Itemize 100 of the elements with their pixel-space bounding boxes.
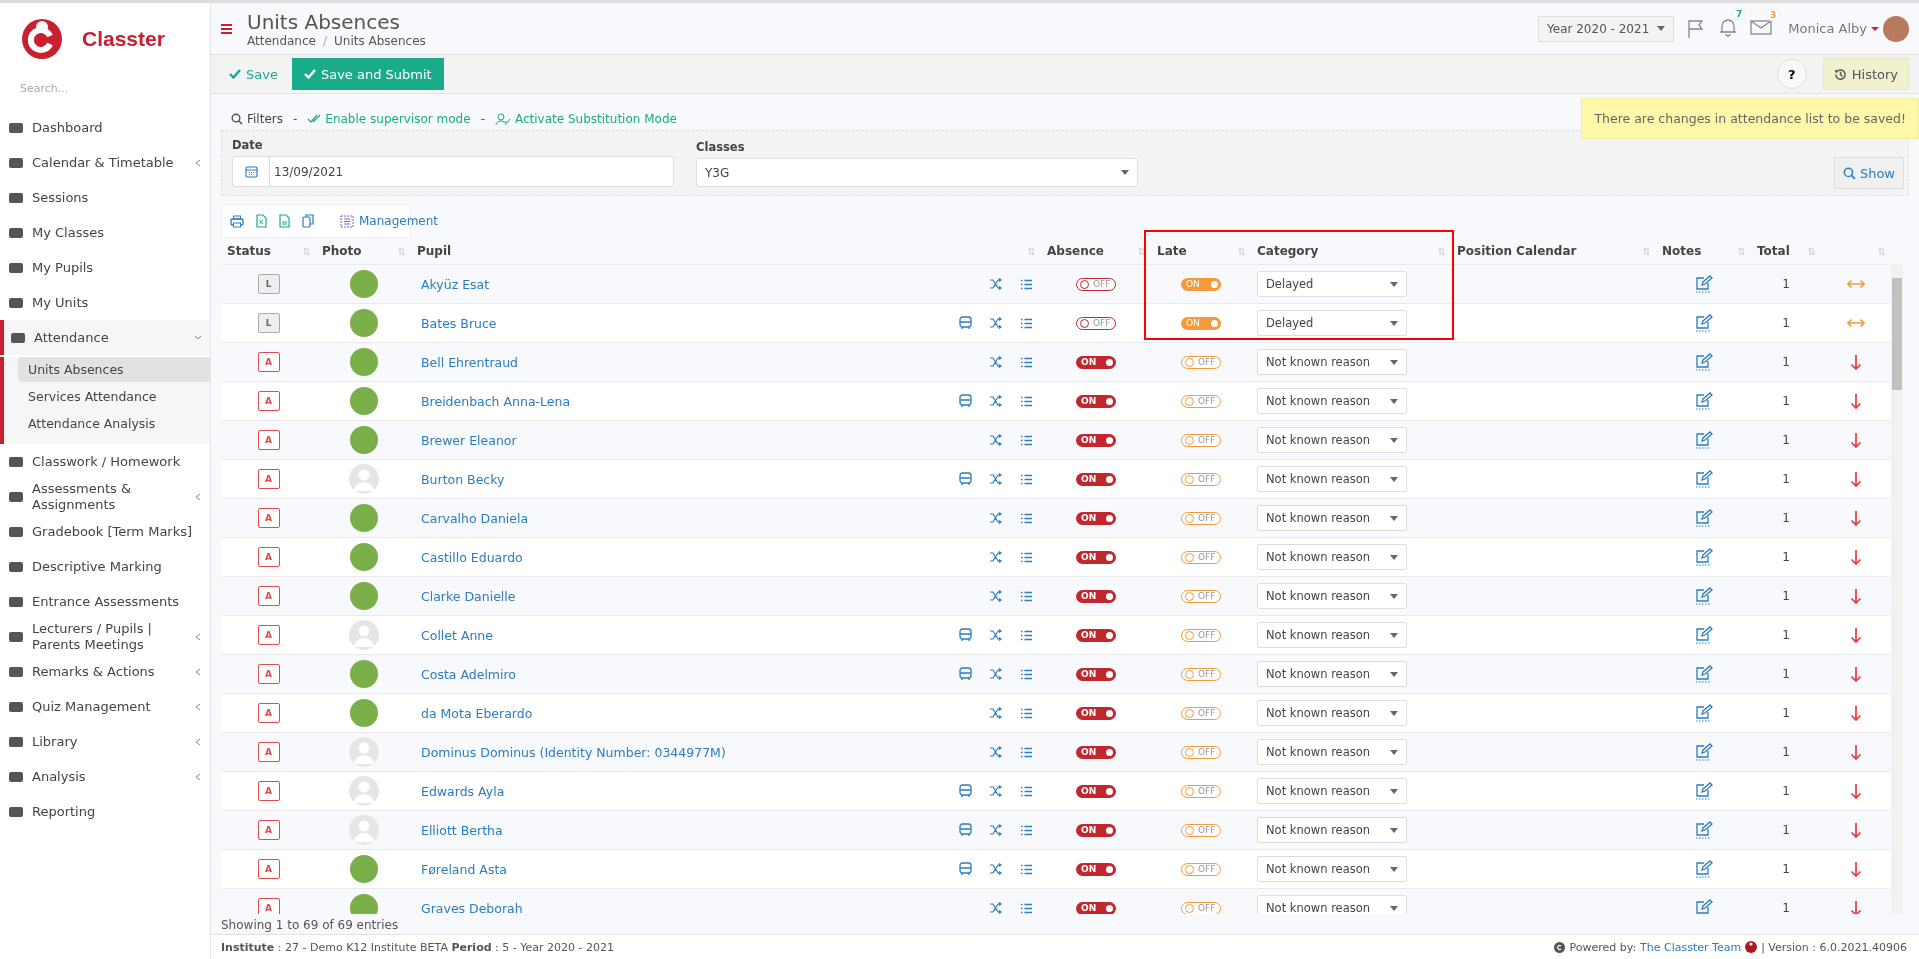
- late-toggle[interactable]: OFF: [1181, 433, 1221, 447]
- absence-toggle[interactable]: ON: [1076, 901, 1116, 914]
- shuffle-icon[interactable]: [989, 512, 1003, 524]
- pupil-name-link[interactable]: Clarke Danielle: [421, 588, 959, 604]
- category-dropdown[interactable]: Not known reason: [1257, 466, 1407, 492]
- shuffle-icon[interactable]: [989, 317, 1003, 329]
- column-header[interactable]: Status: [221, 244, 316, 258]
- pupil-name-link[interactable]: Carvalho Daniela: [421, 510, 959, 526]
- list-icon[interactable]: [1020, 551, 1033, 563]
- absence-toggle[interactable]: ON: [1076, 394, 1116, 408]
- category-dropdown[interactable]: Not known reason: [1257, 583, 1407, 609]
- pupil-name-link[interactable]: Elliott Bertha: [421, 822, 959, 838]
- column-header[interactable]: Late: [1151, 244, 1251, 258]
- column-header[interactable]: Photo: [316, 244, 411, 258]
- pupil-name-link[interactable]: Akyüz Esat: [421, 276, 959, 292]
- category-dropdown[interactable]: Not known reason: [1257, 700, 1407, 726]
- bus-icon[interactable]: [959, 316, 972, 330]
- year-dropdown[interactable]: Year 2020 - 2021: [1538, 15, 1675, 42]
- list-icon[interactable]: [1020, 473, 1033, 485]
- classes-dropdown[interactable]: Y3G: [696, 158, 1138, 187]
- mail-icon[interactable]: [1750, 18, 1773, 36]
- pupil-name-link[interactable]: Breidenbach Anna-Lena: [421, 393, 959, 409]
- edit-note-icon[interactable]: [1694, 743, 1713, 761]
- edit-note-icon[interactable]: [1694, 782, 1713, 800]
- sidebar-item[interactable]: My Pupils: [0, 250, 210, 285]
- category-dropdown[interactable]: Not known reason: [1257, 778, 1407, 804]
- pupil-name-link[interactable]: da Mota Eberardo: [421, 705, 959, 721]
- team-link[interactable]: The Classter Team: [1640, 940, 1742, 954]
- sidebar-item[interactable]: Entrance Assessments: [0, 584, 210, 619]
- late-toggle[interactable]: OFF: [1181, 745, 1221, 759]
- list-icon[interactable]: [1020, 512, 1033, 524]
- sidebar-item[interactable]: Classwork / Homework: [0, 444, 210, 479]
- pupil-name-link[interactable]: Burton Becky: [421, 471, 959, 487]
- late-toggle[interactable]: OFF: [1181, 823, 1221, 837]
- absence-toggle[interactable]: ON: [1076, 784, 1116, 798]
- list-icon[interactable]: [1020, 785, 1033, 797]
- category-dropdown[interactable]: Delayed: [1257, 310, 1407, 336]
- shuffle-icon[interactable]: [989, 863, 1003, 875]
- edit-note-icon[interactable]: [1694, 275, 1713, 293]
- file-icon[interactable]: [279, 214, 290, 228]
- column-header[interactable]: Notes: [1656, 244, 1751, 258]
- list-icon[interactable]: [1020, 434, 1033, 446]
- list-icon[interactable]: [1020, 395, 1033, 407]
- category-dropdown[interactable]: Not known reason: [1257, 388, 1407, 414]
- shuffle-icon[interactable]: [989, 395, 1003, 407]
- management-button[interactable]: Management: [340, 214, 439, 228]
- edit-note-icon[interactable]: [1694, 860, 1713, 878]
- column-header[interactable]: Category: [1251, 244, 1451, 258]
- edit-note-icon[interactable]: [1694, 626, 1713, 644]
- submenu-item[interactable]: Units Absences: [18, 357, 210, 382]
- shuffle-icon[interactable]: [989, 902, 1003, 914]
- pupil-name-link[interactable]: Dominus Dominus (Identity Number: 0344977M): [421, 744, 959, 760]
- edit-note-icon[interactable]: [1694, 821, 1713, 839]
- column-header[interactable]: Position Calendar: [1451, 244, 1656, 258]
- date-field[interactable]: 13/09/2021: [232, 156, 674, 187]
- list-icon[interactable]: [1020, 590, 1033, 602]
- sidebar-item[interactable]: My Units: [0, 285, 210, 320]
- absence-toggle[interactable]: ON: [1076, 589, 1116, 603]
- sidebar-item[interactable]: Dashboard: [0, 110, 210, 145]
- pupil-name-link[interactable]: Brewer Eleanor: [421, 432, 959, 448]
- category-dropdown[interactable]: Not known reason: [1257, 895, 1407, 914]
- absence-toggle[interactable]: OFF: [1076, 316, 1116, 330]
- shuffle-icon[interactable]: [989, 473, 1003, 485]
- category-dropdown[interactable]: Not known reason: [1257, 505, 1407, 531]
- shuffle-icon[interactable]: [989, 434, 1003, 446]
- late-toggle[interactable]: OFF: [1181, 355, 1221, 369]
- filters-toggle[interactable]: Filters: [231, 112, 283, 126]
- user-name[interactable]: Monica Alby: [1788, 21, 1867, 36]
- category-dropdown[interactable]: Not known reason: [1257, 739, 1407, 765]
- category-dropdown[interactable]: Not known reason: [1257, 427, 1407, 453]
- sidebar-item[interactable]: Attendance: [0, 320, 210, 355]
- pupil-name-link[interactable]: Graves Deborah: [421, 900, 959, 914]
- scrollbar[interactable]: [1891, 264, 1903, 914]
- shuffle-icon[interactable]: [989, 356, 1003, 368]
- edit-note-icon[interactable]: [1694, 587, 1713, 605]
- absence-toggle[interactable]: ON: [1076, 862, 1116, 876]
- breadcrumb-link[interactable]: Attendance: [247, 33, 316, 48]
- bus-icon[interactable]: [959, 823, 972, 837]
- absence-toggle[interactable]: ON: [1076, 628, 1116, 642]
- pupil-name-link[interactable]: Bates Bruce: [421, 315, 959, 331]
- list-icon[interactable]: [1020, 356, 1033, 368]
- sidebar-item[interactable]: Descriptive Marking: [0, 549, 210, 584]
- list-icon[interactable]: [1020, 317, 1033, 329]
- late-toggle[interactable]: OFF: [1181, 706, 1221, 720]
- bus-icon[interactable]: [959, 784, 972, 798]
- category-dropdown[interactable]: Not known reason: [1257, 817, 1407, 843]
- submenu-item[interactable]: Attendance Analysis: [18, 411, 210, 436]
- submenu-item[interactable]: Services Attendance: [18, 384, 210, 409]
- pupil-name-link[interactable]: Collet Anne: [421, 627, 959, 643]
- late-toggle[interactable]: OFF: [1181, 784, 1221, 798]
- print-icon[interactable]: [230, 214, 244, 228]
- sidebar-item[interactable]: Gradebook [Term Marks]: [0, 514, 210, 549]
- shuffle-icon[interactable]: [989, 668, 1003, 680]
- sidebar-item[interactable]: Quiz Management: [0, 689, 210, 724]
- shuffle-icon[interactable]: [989, 551, 1003, 563]
- pupil-name-link[interactable]: Føreland Asta: [421, 861, 959, 877]
- list-icon[interactable]: [1020, 668, 1033, 680]
- edit-note-icon[interactable]: [1694, 470, 1713, 488]
- category-dropdown[interactable]: Not known reason: [1257, 856, 1407, 882]
- late-toggle[interactable]: OFF: [1181, 901, 1221, 914]
